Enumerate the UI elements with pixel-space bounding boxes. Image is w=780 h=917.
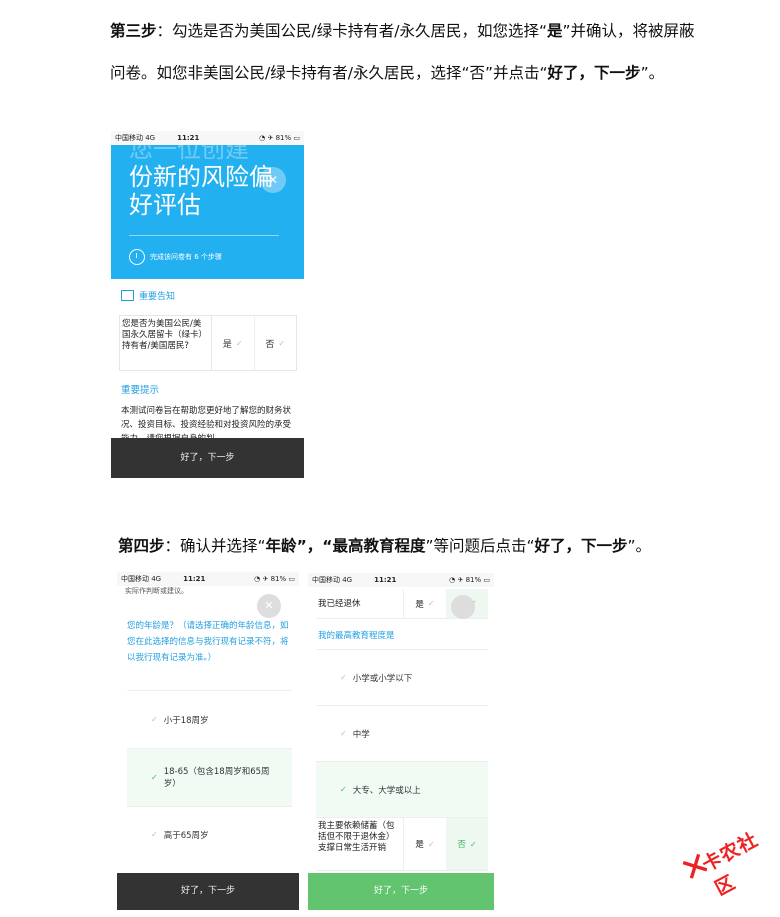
savings-question: 我主要依赖储蓄（包括但不限于退休金）支撑日常生活开销 是 ✓ 否 ✓ bbox=[316, 817, 488, 871]
question-text: 您是否为美国公民/美国永久居留卡（绿卡）持有者/美国居民? bbox=[120, 316, 212, 370]
important-notice-link[interactable]: 重要告知 bbox=[121, 289, 175, 302]
hero-title-ghost: 您一位创建 bbox=[129, 145, 249, 163]
retired-label: 我已经退休 bbox=[316, 589, 404, 618]
cut-text: 实际作判断或建议。 bbox=[125, 587, 188, 595]
option-label: 中学 bbox=[352, 729, 370, 740]
option-yes[interactable]: 是 ✓ bbox=[404, 589, 446, 618]
carrier-label: 中国移动 4G bbox=[115, 134, 156, 142]
notice-label: 重要告知 bbox=[139, 292, 176, 302]
check-icon: ✓ bbox=[151, 715, 158, 724]
option-label: 小学或小学以下 bbox=[352, 673, 413, 684]
check-icon: ✓ bbox=[340, 673, 347, 682]
hero-banner: 您一位创建 份新的风险偏好评估 ✕ 完成该问卷有 6 个步骤 bbox=[111, 145, 304, 279]
status-time: 11:21 bbox=[177, 134, 200, 142]
option-yes[interactable]: 是 ✓ bbox=[404, 818, 446, 870]
age-option-over-65[interactable]: ✓ 高于65周岁 bbox=[127, 806, 292, 862]
step3-text-c: ”。 bbox=[640, 64, 665, 82]
step3-paragraph: 第三步：勾选是否为美国公民/绿卡持有者/永久居民，如您选择“是”并确认，将被屏蔽… bbox=[110, 10, 710, 94]
phone-screenshot-risk-assessment: 中国移动 4G 11:21 ◔ ✈ 81% ▭ 您一位创建 份新的风险偏好评估 … bbox=[111, 131, 304, 478]
step4-label: 第四步 bbox=[118, 537, 165, 555]
step4-edu: 最高教育程度 bbox=[332, 537, 426, 555]
step3-label: 第三步 bbox=[110, 22, 157, 40]
edu-option-college[interactable]: ✓ 大专、大学或以上 bbox=[316, 761, 488, 817]
phone-screenshot-age: 中国移动 4G 11:21 ◔ ✈ 81% ▭ 实际作判断或建议。 ✕ 您的年龄… bbox=[117, 572, 299, 910]
step4-age: 年龄 bbox=[265, 537, 297, 555]
status-icons: ◔ ✈ 81% ▭ bbox=[254, 575, 295, 583]
check-icon: ✓ bbox=[278, 338, 286, 348]
check-icon: ✓ bbox=[235, 338, 243, 348]
close-icon[interactable] bbox=[451, 595, 475, 619]
check-icon: ✓ bbox=[340, 785, 347, 794]
step4-text-d: ”。 bbox=[627, 537, 652, 555]
step4-button-text: 好了，下一步 bbox=[534, 537, 628, 555]
option-yes-label: 是 bbox=[415, 840, 424, 850]
status-time: 11:21 bbox=[183, 575, 206, 583]
tip-title: 重要提示 bbox=[121, 385, 160, 396]
timer-icon bbox=[129, 249, 145, 265]
next-step-button[interactable]: 好了，下一步 bbox=[111, 438, 304, 478]
us-person-question: 您是否为美国公民/美国永久居留卡（绿卡）持有者/美国居民? 是 ✓ 否 ✓ bbox=[119, 315, 297, 371]
carrier-label: 中国移动 4G bbox=[312, 576, 353, 584]
option-yes[interactable]: 是 ✓ bbox=[212, 316, 254, 370]
option-no[interactable]: 否✓ bbox=[253, 316, 297, 370]
close-icon[interactable]: ✕ bbox=[260, 167, 286, 193]
check-icon: ✓ bbox=[151, 830, 158, 839]
option-label: 大专、大学或以上 bbox=[352, 785, 421, 796]
option-label: 小于18周岁 bbox=[163, 715, 209, 726]
step4-text-a: ：确认并选择“ bbox=[164, 537, 266, 555]
step4-paragraph: 第四步：确认并选择“年龄”，“最高教育程度”等问题后点击“好了，下一步”。 bbox=[118, 533, 758, 559]
age-option-18-65[interactable]: ✓ 18-65（包含18周岁和65周岁） bbox=[127, 748, 292, 806]
education-section-title: 我的最高教育程度是 bbox=[318, 631, 395, 641]
chart-icon bbox=[121, 290, 134, 301]
step3-yes: 是 bbox=[547, 22, 563, 40]
status-bar: 中国移动 4G 11:21 ◔ ✈ 81% ▭ bbox=[117, 572, 299, 586]
check-icon: ✓ bbox=[340, 729, 347, 738]
watermark-logo: ✕ 卡农社区 bbox=[662, 797, 780, 909]
phone-screenshot-education: 中国移动 4G 11:21 ◔ ✈ 81% ▭ 我已经退休 是✓ 否✓ 我的最高… bbox=[308, 573, 494, 910]
close-icon[interactable]: ✕ bbox=[257, 594, 281, 618]
watermark-text: 卡农社区 bbox=[698, 828, 763, 901]
next-step-button[interactable]: 好了，下一步 bbox=[117, 873, 299, 910]
check-icon: ✓ bbox=[469, 839, 477, 849]
option-yes-label: 是 bbox=[222, 339, 232, 350]
next-step-button[interactable]: 好了，下一步 bbox=[308, 873, 494, 910]
hero-steps-text: 完成该问卷有 6 个步骤 bbox=[150, 253, 222, 261]
status-icons: ◔ ✈ 81% ▭ bbox=[259, 134, 300, 142]
tip-body: 本测试问卷旨在帮助您更好地了解您的财务状况、投资目标、投资经验和对投资风险的承受… bbox=[121, 406, 292, 442]
option-no[interactable]: 否✓ bbox=[446, 818, 488, 870]
age-option-under-18[interactable]: ✓ 小于18周岁 bbox=[127, 690, 292, 748]
hero-steps: 完成该问卷有 6 个步骤 bbox=[129, 249, 222, 265]
edu-option-secondary[interactable]: ✓ 中学 bbox=[316, 705, 488, 761]
step3-text-a: ：勾选是否为美国公民/绿卡持有者/永久居民，如您选择“ bbox=[156, 22, 547, 40]
option-no-label: 否 bbox=[265, 339, 275, 350]
step4-text-b: ”，“ bbox=[296, 537, 333, 555]
edu-option-primary[interactable]: ✓ 小学或小学以下 bbox=[316, 649, 488, 705]
step3-button-text: 好了，下一步 bbox=[547, 64, 641, 82]
option-label: 18-65（包含18周岁和65周岁） bbox=[163, 766, 270, 789]
hero-title-text: 份新的风险偏好评估 bbox=[129, 163, 273, 219]
status-bar: 中国移动 4G 11:21 ◔ ✈ 81% ▭ bbox=[308, 573, 494, 587]
status-bar: 中国移动 4G 11:21 ◔ ✈ 81% ▭ bbox=[111, 131, 304, 145]
check-icon: ✓ bbox=[151, 773, 158, 782]
age-question: 您的年龄是？（请选择正确的年龄信息，如您在此选择的信息与我行现有记录不符，将以我… bbox=[127, 621, 289, 663]
step4-text-c: ”等问题后点击“ bbox=[425, 537, 535, 555]
carrier-label: 中国移动 4G bbox=[121, 575, 162, 583]
status-time: 11:21 bbox=[374, 576, 397, 584]
check-icon: ✓ bbox=[427, 839, 435, 849]
option-label: 高于65周岁 bbox=[163, 830, 209, 841]
status-icons: ◔ ✈ 81% ▭ bbox=[449, 576, 490, 584]
divider bbox=[129, 235, 279, 236]
check-icon: ✓ bbox=[427, 599, 435, 608]
option-yes-label: 是 bbox=[415, 599, 424, 610]
savings-label: 我主要依赖储蓄（包括但不限于退休金）支撑日常生活开销 bbox=[316, 818, 404, 870]
option-no-label: 否 bbox=[457, 840, 466, 850]
